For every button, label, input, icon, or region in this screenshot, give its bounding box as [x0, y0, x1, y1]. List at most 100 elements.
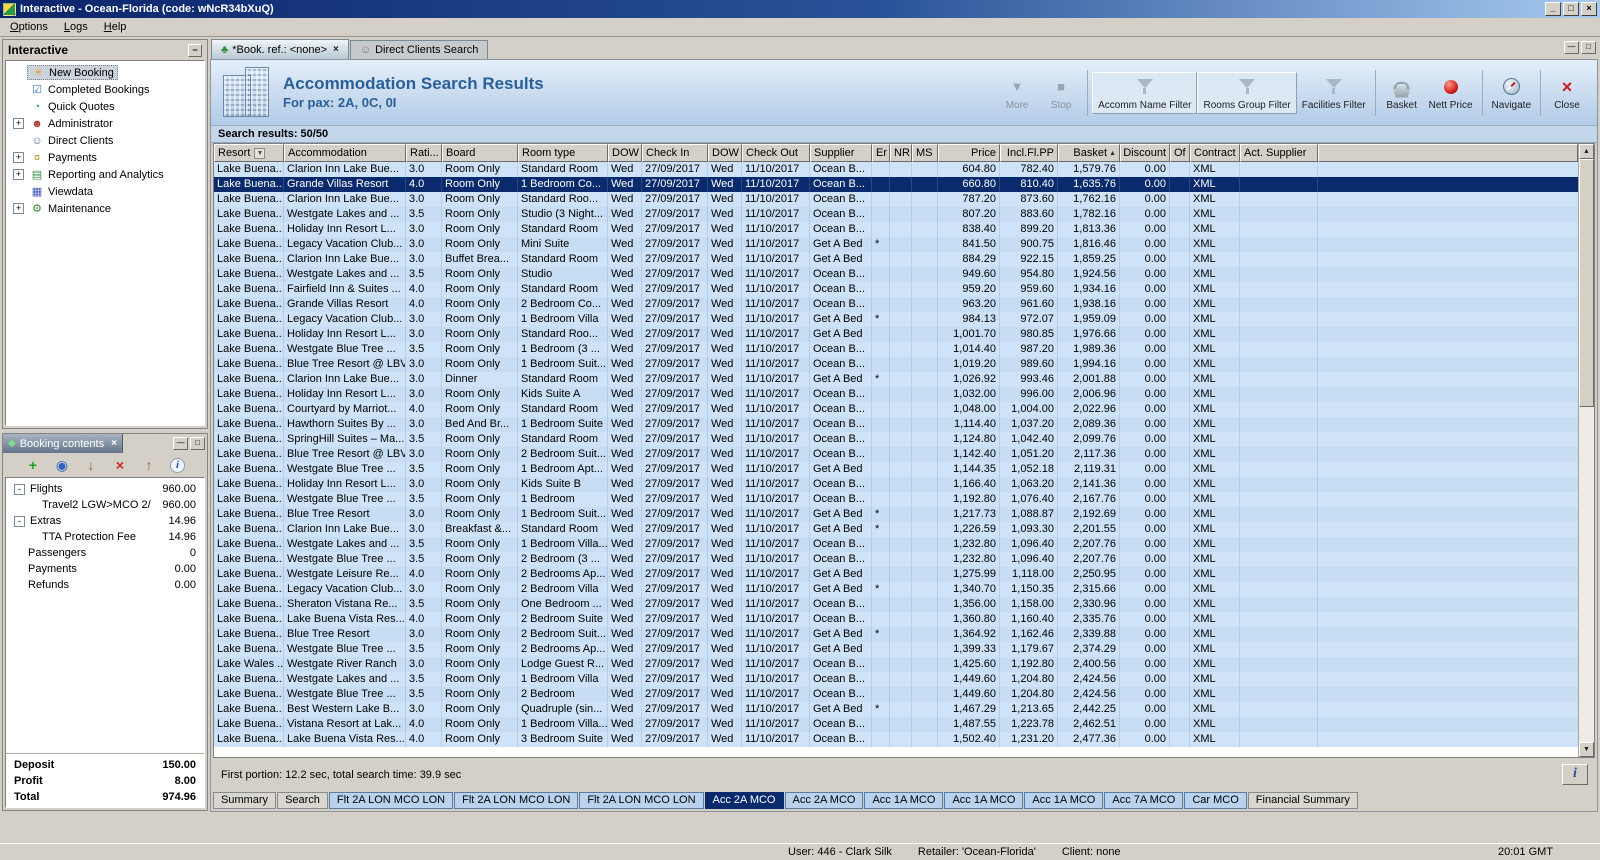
table-row[interactable]: Lake Buena... Fairfield Inn & Suites ... 4…	[214, 282, 1578, 297]
expand-toggle-icon[interactable]: +	[13, 203, 24, 214]
table-row[interactable]: Lake Buena... Best Western Lake B... 3.0 Ro…	[214, 702, 1578, 717]
table-row[interactable]: Lake Buena... Westgate Lakes and ... 3.5 Ro…	[214, 207, 1578, 222]
column-header-contract[interactable]: Contract	[1190, 144, 1240, 162]
table-row[interactable]: Lake Buena... Lake Buena Vista Res... 4.0 R…	[214, 732, 1578, 747]
column-header-room-type[interactable]: Room type	[518, 144, 608, 162]
close-button[interactable]: Close	[1545, 73, 1589, 113]
sidebar-item-completed-bookings[interactable]: ☑ Completed Bookings	[6, 81, 204, 98]
booking-item-flights[interactable]: - Flights 960.00	[6, 481, 204, 497]
table-row[interactable]: Lake Buena... Westgate Blue Tree ... 3.5 Ro…	[214, 687, 1578, 702]
table-row[interactable]: Lake Buena... Grande Villas Resort 4.0 Room…	[214, 297, 1578, 312]
booking-item-refunds[interactable]: Refunds 0.00	[6, 577, 204, 593]
sidebar-item-quick-quotes[interactable]: ◔ Quick Quotes	[6, 98, 204, 115]
column-header-discount[interactable]: Discount	[1120, 144, 1170, 162]
scrollbar-thumb[interactable]	[1579, 159, 1594, 407]
navigate-button[interactable]: Navigate	[1487, 73, 1536, 113]
section-tab-summary[interactable]: Summary	[213, 792, 277, 809]
column-header-er[interactable]: Er	[872, 144, 890, 162]
table-row[interactable]: Lake Buena... Westgate Lakes and ... 3.5 Ro…	[214, 267, 1578, 282]
column-header-dow[interactable]: DOW	[608, 144, 642, 162]
section-tab-acc-2a-mco[interactable]: Acc 2A MCO	[784, 792, 864, 809]
booking-panel-tab[interactable]: ◆ Booking contents ×	[3, 434, 123, 453]
booking-panel-minimize-button[interactable]: —	[173, 437, 188, 450]
nett-price-button[interactable]: Nett Price	[1424, 73, 1478, 113]
column-header-check-in[interactable]: Check In	[642, 144, 708, 162]
booking-item-tta-protection-fee[interactable]: TTA Protection Fee 14.96	[6, 529, 204, 545]
column-header-price[interactable]: Price	[938, 144, 1000, 162]
table-row[interactable]: Lake Buena... Grande Villas Resort 4.0 Room…	[214, 177, 1578, 192]
table-row[interactable]: Lake Buena... Westgate Blue Tree ... 3.5 Ro…	[214, 492, 1578, 507]
sidebar-item-maintenance[interactable]: + ⚙ Maintenance	[6, 200, 204, 217]
maximize-button[interactable]: □	[1563, 2, 1579, 16]
table-row[interactable]: Lake Buena... Westgate Lakes and ... 3.5 Ro…	[214, 672, 1578, 687]
tab-close-icon[interactable]: ×	[333, 44, 339, 55]
table-row[interactable]: Lake Buena... Lake Buena Vista Res... 4.0 R…	[214, 612, 1578, 627]
table-row[interactable]: Lake Buena... SpringHill Suites – Ma... 3.…	[214, 432, 1578, 447]
table-row[interactable]: Lake Buena... Holiday Inn Resort L... 3.0 R…	[214, 387, 1578, 402]
column-header-supplier[interactable]: Supplier	[810, 144, 872, 162]
table-row[interactable]: Lake Buena... Westgate Blue Tree ... 3.5 Ro…	[214, 642, 1578, 657]
doc-tab-book-ref-none[interactable]: ♣ *Book. ref.: <none> ×	[211, 39, 349, 59]
table-row[interactable]: Lake Buena... Hawthorn Suites By ... 3.0 Be…	[214, 417, 1578, 432]
column-header-check-out[interactable]: Check Out	[742, 144, 810, 162]
panel-collapse-button[interactable]: −	[188, 43, 202, 57]
sidebar-item-administrator[interactable]: + ☻ Administrator	[6, 115, 204, 132]
scroll-down-icon[interactable]: ▼	[1579, 742, 1594, 757]
section-tab-flt-2a-lon-mco-lon[interactable]: Flt 2A LON MCO LON	[328, 792, 454, 809]
booking-panel-close-icon[interactable]: ×	[111, 438, 117, 449]
table-row[interactable]: Lake Buena... Blue Tree Resort @ LBV 3.0 Ro…	[214, 447, 1578, 462]
accomm-name-filter-button[interactable]: Accomm Name Filter	[1092, 71, 1198, 114]
table-row[interactable]: Lake Buena... Sheraton Vistana Re... 3.5 Ro…	[214, 597, 1578, 612]
rooms-group-filter-button[interactable]: Rooms Group Filter	[1197, 71, 1297, 114]
expand-toggle-icon[interactable]: +	[13, 118, 24, 129]
table-row[interactable]: Lake Buena... Blue Tree Resort @ LBV 3.0 Ro…	[214, 357, 1578, 372]
table-row[interactable]: Lake Buena... Clarion Inn Lake Bue... 3.0 D…	[214, 372, 1578, 387]
table-row[interactable]: Lake Buena... Holiday Inn Resort L... 3.0 R…	[214, 222, 1578, 237]
expand-toggle-icon[interactable]: +	[13, 152, 24, 163]
table-row[interactable]: Lake Buena... Westgate Leisure Re... 4.0 Ro…	[214, 567, 1578, 582]
column-filter-icon[interactable]: ▼	[254, 147, 266, 159]
booking-item-travel2-lgw-mco-2[interactable]: Travel2 LGW>MCO 2/960.00	[6, 497, 204, 513]
column-header-incl-fl-pp[interactable]: Incl.Fl.PP	[1000, 144, 1058, 162]
add-item-icon[interactable]: +	[25, 457, 41, 473]
doc-tab-direct-clients-search[interactable]: ☺ Direct Clients Search	[349, 40, 489, 59]
menu-options[interactable]: Options	[2, 19, 56, 35]
section-tab-acc-2a-mco[interactable]: Acc 2A MCO	[704, 792, 784, 809]
table-row[interactable]: Lake Buena... Clarion Inn Lake Bue... 3.0 B…	[214, 252, 1578, 267]
table-row[interactable]: Lake Buena... Clarion Inn Lake Bue... 3.0 B…	[214, 522, 1578, 537]
scroll-up-icon[interactable]: ▲	[1579, 144, 1594, 159]
section-tab-acc-1a-mco[interactable]: Acc 1A MCO	[1024, 792, 1104, 809]
table-row[interactable]: Lake Buena... Westgate Blue Tree ... 3.5 Ro…	[214, 552, 1578, 567]
section-tab-acc-1a-mco[interactable]: Acc 1A MCO	[944, 792, 1024, 809]
section-tab-acc-1a-mco[interactable]: Acc 1A MCO	[864, 792, 944, 809]
expand-toggle-icon[interactable]: -	[14, 515, 25, 527]
section-tab-flt-2a-lon-mco-lon[interactable]: Flt 2A LON MCO LON	[454, 792, 579, 809]
table-row[interactable]: Lake Buena... Westgate Blue Tree ... 3.5 Ro…	[214, 462, 1578, 477]
sidebar-item-viewdata[interactable]: ▦ Viewdata	[6, 183, 204, 200]
table-row[interactable]: Lake Buena... Legacy Vacation Club... 3.0 R…	[214, 237, 1578, 252]
column-header-dow[interactable]: DOW	[708, 144, 742, 162]
column-header-rati[interactable]: Rati...	[406, 144, 442, 162]
column-header-resort[interactable]: Resort ▼	[214, 144, 284, 162]
minimize-button[interactable]: _	[1545, 2, 1561, 16]
sidebar-item-direct-clients[interactable]: ☺ Direct Clients	[6, 132, 204, 149]
column-header-board[interactable]: Board	[442, 144, 518, 162]
table-row[interactable]: Lake Buena... Courtyard by Marriot... 4.0 R…	[214, 402, 1578, 417]
section-tab-acc-7a-mco[interactable]: Acc 7A MCO	[1104, 792, 1184, 809]
expand-toggle-icon[interactable]: +	[13, 169, 24, 180]
basket-in-icon[interactable]: ↓	[83, 457, 99, 473]
sidebar-item-new-booking[interactable]: ☀ New Booking	[6, 64, 204, 81]
table-row[interactable]: Lake Buena... Westgate Lakes and ... 3.5 Ro…	[214, 537, 1578, 552]
close-button[interactable]: ×	[1581, 2, 1597, 16]
booking-item-passengers[interactable]: Passengers 0	[6, 545, 204, 561]
section-tab-car-mco[interactable]: Car MCO	[1184, 792, 1247, 809]
section-tab-search[interactable]: Search	[277, 792, 328, 809]
doc-minimize-button[interactable]: —	[1564, 41, 1579, 54]
table-row[interactable]: Lake Buena... Westgate Blue Tree ... 3.5 Ro…	[214, 342, 1578, 357]
sidebar-item-payments[interactable]: + ¤ Payments	[6, 149, 204, 166]
doc-maximize-button[interactable]: □	[1581, 41, 1596, 54]
table-row[interactable]: Lake Wales ... Westgate River Ranch 3.0 Roo…	[214, 657, 1578, 672]
column-header-nr[interactable]: NR	[890, 144, 912, 162]
column-header-act-supplier[interactable]: Act. Supplier	[1240, 144, 1318, 162]
sidebar-item-reporting-and-analytics[interactable]: + ▤ Reporting and Analytics	[6, 166, 204, 183]
